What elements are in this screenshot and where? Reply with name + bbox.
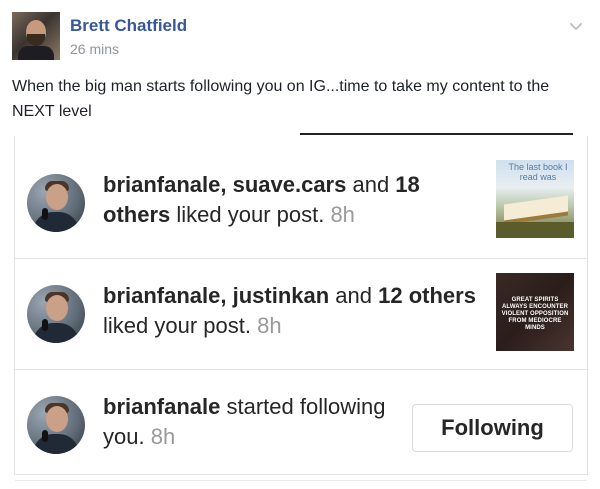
avatar-body (33, 434, 79, 454)
thumbnail-book-pages (504, 195, 568, 221)
notification-avatar (27, 396, 85, 454)
post-thumbnail: GREAT SPIRITS ALWAYS ENCOUNTER VIOLENT O… (496, 273, 574, 351)
post-image-instagram-screenshot[interactable]: brianfanale, suave.cars and 18 others li… (14, 136, 588, 481)
notification-avatar (27, 174, 85, 232)
avatar-shirt (18, 46, 54, 60)
avatar-body (33, 212, 79, 232)
thumbnail-caption: The last book I read was (508, 162, 568, 182)
avatar-microphone (42, 208, 48, 220)
following-button: Following (412, 404, 573, 452)
author-avatar[interactable] (12, 12, 60, 60)
notification-time: 8h (150, 424, 176, 449)
avatar-microphone (42, 430, 48, 442)
avatar-head (46, 406, 68, 432)
notification-avatar (27, 285, 85, 343)
notification-row-follow: brianfanale started following you. 8h Fo… (15, 370, 587, 481)
post-text: When the big man starts following you on… (12, 78, 550, 120)
avatar-microphone (42, 319, 48, 331)
notification-time: 8h (330, 202, 355, 227)
notification-usernames: brianfanale, suave.cars (103, 172, 347, 197)
notification-time: 8h (257, 313, 282, 338)
notification-others-count: 12 others (378, 283, 476, 308)
screenshot-top-border (300, 133, 573, 135)
avatar-head (46, 184, 68, 210)
thumbnail-ground (496, 222, 574, 238)
notification-connector: and (329, 283, 379, 308)
chevron-down-icon[interactable] (568, 18, 584, 34)
notification-row-like-1: brianfanale, suave.cars and 18 others li… (15, 148, 587, 259)
notification-text: brianfanale, justinkan and 12 others lik… (103, 281, 483, 341)
post-timestamp[interactable]: 26 mins (70, 41, 119, 57)
avatar-body (33, 323, 79, 343)
post-header: Brett Chatfield 26 mins (12, 12, 588, 62)
notification-connector: and (346, 172, 396, 197)
post-thumbnail: The last book I read was (496, 160, 574, 238)
avatar-beard (27, 34, 45, 46)
notification-action: liked your post. (103, 313, 258, 338)
notification-row-like-2: brianfanale, justinkan and 12 others lik… (15, 259, 587, 370)
notification-action: liked your post. (170, 202, 331, 227)
thumbnail-quote: GREAT SPIRITS ALWAYS ENCOUNTER VIOLENT O… (501, 297, 569, 331)
avatar-head (46, 295, 68, 321)
author-name-link[interactable]: Brett Chatfield (70, 16, 187, 36)
notification-usernames: brianfanale (103, 394, 221, 419)
notification-usernames: brianfanale, justinkan (103, 283, 330, 308)
notification-text: brianfanale started following you. 8h (103, 392, 403, 452)
notification-text: brianfanale, suave.cars and 18 others li… (103, 170, 483, 230)
